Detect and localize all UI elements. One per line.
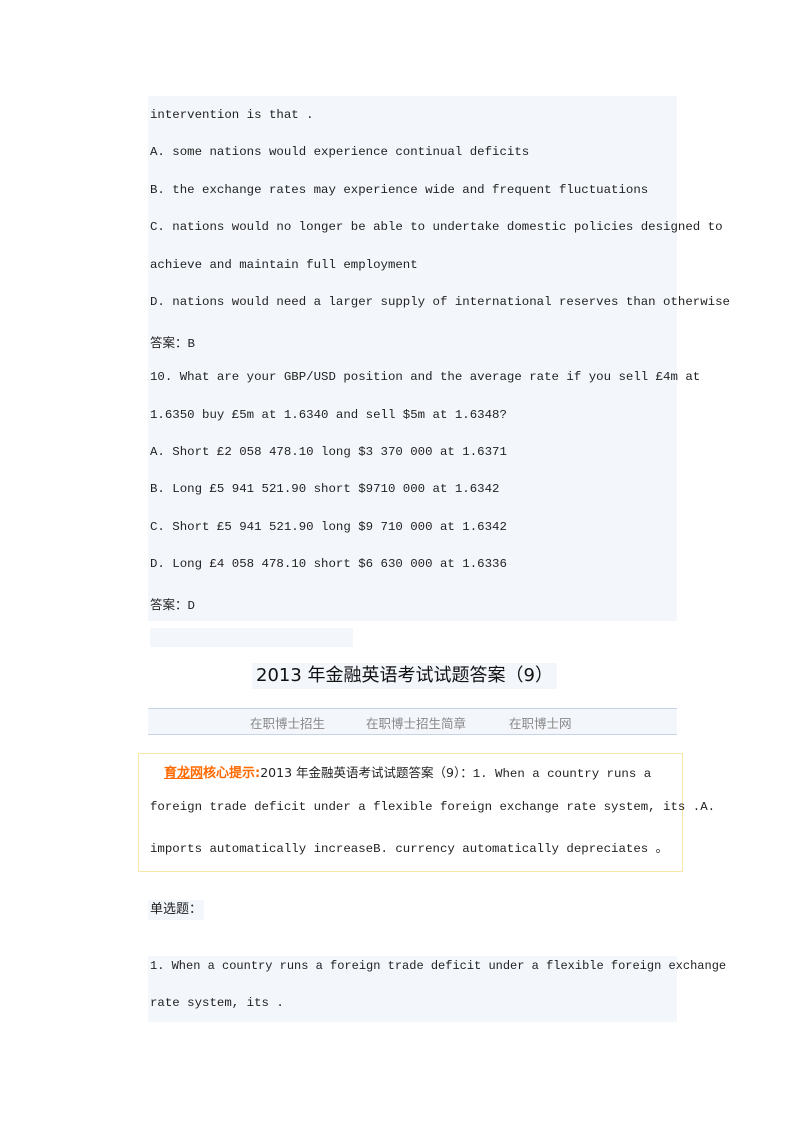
nav-link-doctoral-site[interactable]: 在职博士网 [509,713,572,732]
related-links-bar: 在职博士招生 在职博士招生简章 在职博士网 [148,708,677,735]
question-10-option-a: A. Short £2 058 478.10 long $3 370 000 a… [150,445,507,459]
question-9-stem: intervention is that . [150,108,314,122]
separator-strip [150,628,353,647]
tip-label: 育龙网核心提示: [164,766,260,781]
answer-value: D [187,599,195,613]
question-10-option-b: B. Long £5 941 521.90 short $9710 000 at… [150,482,500,496]
article-title: 2013 年金融英语考试试题答案（9） [252,663,557,689]
question-1-stem-cont: rate system, its . [150,996,284,1010]
question-10-stem: 10. What are your GBP/USD position and t… [150,370,701,384]
answer-label: 答案： [150,597,188,612]
question-10-stem-cont: 1.6350 buy £5m at 1.6340 and sell $5m at… [150,408,507,422]
tip-title-ref: 2013 年金融英语考试试题答案（9）： [260,765,473,780]
question-9-block [148,96,677,621]
tip-line-1: 育龙网核心提示:2013 年金融英语考试试题答案（9）：1. When a co… [164,762,651,781]
question-9-option-d: D. nations would need a larger supply of… [150,295,730,309]
tip-line-2: foreign trade deficit under a flexible f… [150,800,716,814]
nav-link-doctoral-admissions-guide[interactable]: 在职博士招生简章 [366,713,466,732]
answer-value: B [187,337,195,351]
tip-label-suffix: 核心提示: [203,766,261,781]
core-tip-box: 育龙网核心提示:2013 年金融英语考试试题答案（9）：1. When a co… [138,753,715,872]
section-label-single-choice: 单选题： [148,900,205,920]
tip-text-start: 1. When a country runs a [472,767,652,781]
question-9-option-b: B. the exchange rates may experience wid… [150,183,649,197]
question-9-option-c-cont: achieve and maintain full employment [150,258,418,272]
answer-label: 答案： [150,335,188,350]
question-9-answer: 答案：B [150,332,195,351]
question-1-stem: 1. When a country runs a foreign trade d… [150,959,727,973]
question-9-option-a: A. some nations would experience continu… [150,145,530,159]
nav-link-doctoral-admissions[interactable]: 在职博士招生 [250,713,325,732]
question-10-answer: 答案：D [150,594,195,613]
question-10-option-c: C. Short £5 941 521.90 long $9 710 000 a… [150,520,507,534]
tip-site-link[interactable]: 育龙网 [164,766,203,781]
tip-line-3: imports automatically increaseB. currenc… [150,842,669,856]
question-9-option-c: C. nations would no longer be able to un… [150,220,723,234]
question-10-option-d: D. Long £4 058 478.10 short $6 630 000 a… [150,557,507,571]
